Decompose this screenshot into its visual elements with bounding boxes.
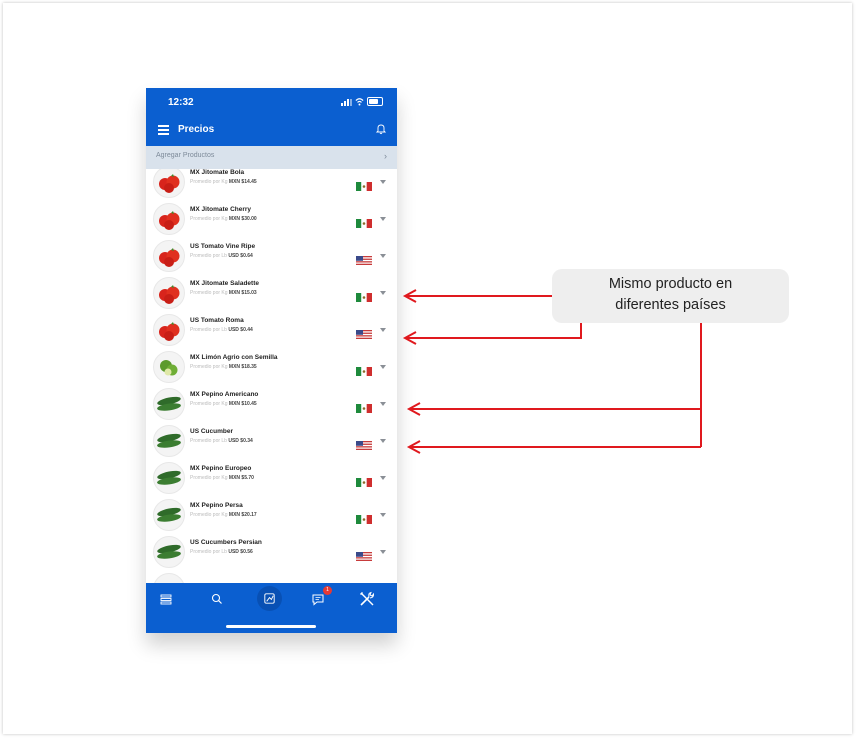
callout-arrows [402,289,702,454]
arrow-connector-left [405,323,582,339]
